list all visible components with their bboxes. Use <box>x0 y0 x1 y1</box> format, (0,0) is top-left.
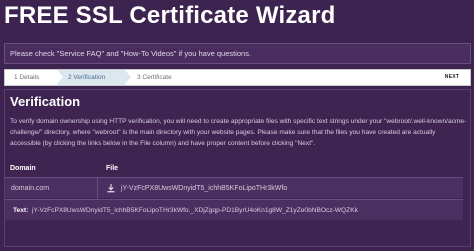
notice-bar: Please check "Service FAQ" and "How-To V… <box>4 43 471 64</box>
step-verification[interactable]: 2 Verification <box>57 70 125 85</box>
step-details[interactable]: 1 Details <box>5 70 57 85</box>
instructions-text: To verify domain ownership using HTTP ve… <box>10 118 467 147</box>
verification-text-value: jY-VzFcPX8UwsWDnyidT5_ichhB5KFoLipoTHr3k… <box>32 207 358 214</box>
download-icon <box>107 184 115 193</box>
step-certificate[interactable]: 3 Certificate <box>125 70 181 85</box>
table-row: domain.com jY-VzFcPX8UwsWDnyidT5_ichhB5K… <box>5 177 463 199</box>
step-arrow-3 <box>176 70 182 84</box>
wizard-steps: 1 Details 2 Verification 3 Certificate N… <box>4 69 471 86</box>
text-label: Text: <box>13 207 29 214</box>
table-header: Domain File <box>5 160 463 177</box>
column-divider <box>97 178 98 199</box>
step-arrow-2 <box>125 70 131 84</box>
text-row: Text: jY-VzFcPX8UwsWDnyidT5_ichhB5KFoLip… <box>5 199 463 220</box>
domain-cell: domain.com <box>11 185 50 192</box>
column-header-domain: Domain <box>10 165 36 172</box>
step-arrow-1 <box>57 70 63 84</box>
next-button[interactable]: NEXT <box>438 72 466 83</box>
column-header-file: File <box>106 165 119 172</box>
wizard-page: FREE SSL Certificate Wizard Please check… <box>0 0 474 251</box>
page-title: FREE SSL Certificate Wizard <box>4 2 336 29</box>
section-heading: Verification <box>10 94 81 109</box>
verification-file-link[interactable]: jY-VzFcPX8UwsWDnyidT5_ichhB5KFoLipoTHr3k… <box>121 178 287 199</box>
